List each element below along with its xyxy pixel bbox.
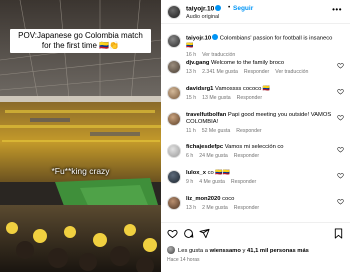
video-caption: POV:Japanese go Colombia match for the f… [10, 29, 151, 53]
video-subtitle: *Fu**king crazy [51, 166, 110, 176]
comment-username[interactable]: davidsrg1 [186, 86, 213, 92]
post-panel: taiyojr.10 • Seguir Audio original ••• t… [161, 0, 350, 272]
comment-text: Welcome to the family broco [211, 60, 285, 66]
heart-icon[interactable] [337, 172, 344, 179]
commenter-avatar[interactable] [167, 170, 181, 184]
verified-badge-icon [212, 34, 219, 40]
heart-icon[interactable] [167, 228, 178, 239]
commenter-avatar[interactable] [167, 112, 181, 126]
verified-badge-icon [215, 5, 222, 11]
author-avatar[interactable] [167, 5, 181, 19]
comment-text: coco [222, 196, 235, 202]
post-timestamp: Hace 14 horas [167, 257, 200, 263]
post-caption: taiyojr.10 Colombians' passion for footb… [186, 34, 333, 58]
heart-icon[interactable] [337, 146, 344, 153]
commenter-avatar[interactable] [167, 144, 181, 158]
share-icon[interactable] [199, 228, 210, 239]
comments-list[interactable]: taiyojr.10 Colombians' passion for footb… [161, 28, 350, 220]
action-bar [167, 228, 344, 240]
post-footer: Les gusta a wienssamo y 41,1 mil persona… [161, 222, 350, 272]
comment-icon[interactable] [183, 228, 194, 239]
comment-username[interactable]: travelfutbolfan [186, 112, 226, 118]
commenter-avatar[interactable] [167, 196, 181, 210]
author-avatar[interactable] [167, 34, 181, 48]
comment-username[interactable]: djv.gang [186, 60, 209, 66]
heart-icon[interactable] [337, 114, 344, 121]
commenter-avatar[interactable] [167, 86, 181, 100]
follow-button[interactable]: Seguir [233, 5, 253, 12]
commenter-avatar[interactable] [167, 60, 181, 74]
liker-avatar [167, 246, 175, 254]
comment-text: Vamos mi selección co [224, 144, 284, 150]
reel-video[interactable]: POV:Japanese go Colombia match for the f… [0, 0, 161, 272]
heart-icon[interactable] [337, 62, 344, 69]
audio-label[interactable]: Audio original [186, 14, 219, 20]
comment-username[interactable]: lulox_x [186, 170, 206, 176]
comment-username[interactable]: liz_mon2020 [186, 196, 220, 202]
more-horizontal-icon[interactable]: ••• [332, 5, 342, 14]
comment-text: co 🇨🇴🇨🇴 [207, 170, 230, 176]
heart-icon[interactable] [337, 88, 344, 95]
comment-username[interactable]: fichajesdefpc [186, 144, 223, 150]
comment-text: Vamossss cococo 🇨🇴 [215, 86, 271, 92]
heart-icon[interactable] [337, 198, 344, 205]
post-header: taiyojr.10 • Seguir Audio original ••• [161, 0, 350, 24]
bookmark-icon[interactable] [333, 228, 344, 239]
author-username[interactable]: taiyojr.10 [186, 5, 222, 13]
separator-dot: • [228, 4, 231, 11]
likes-summary[interactable]: Les gusta a wienssamo y 41,1 mil persona… [167, 246, 309, 254]
